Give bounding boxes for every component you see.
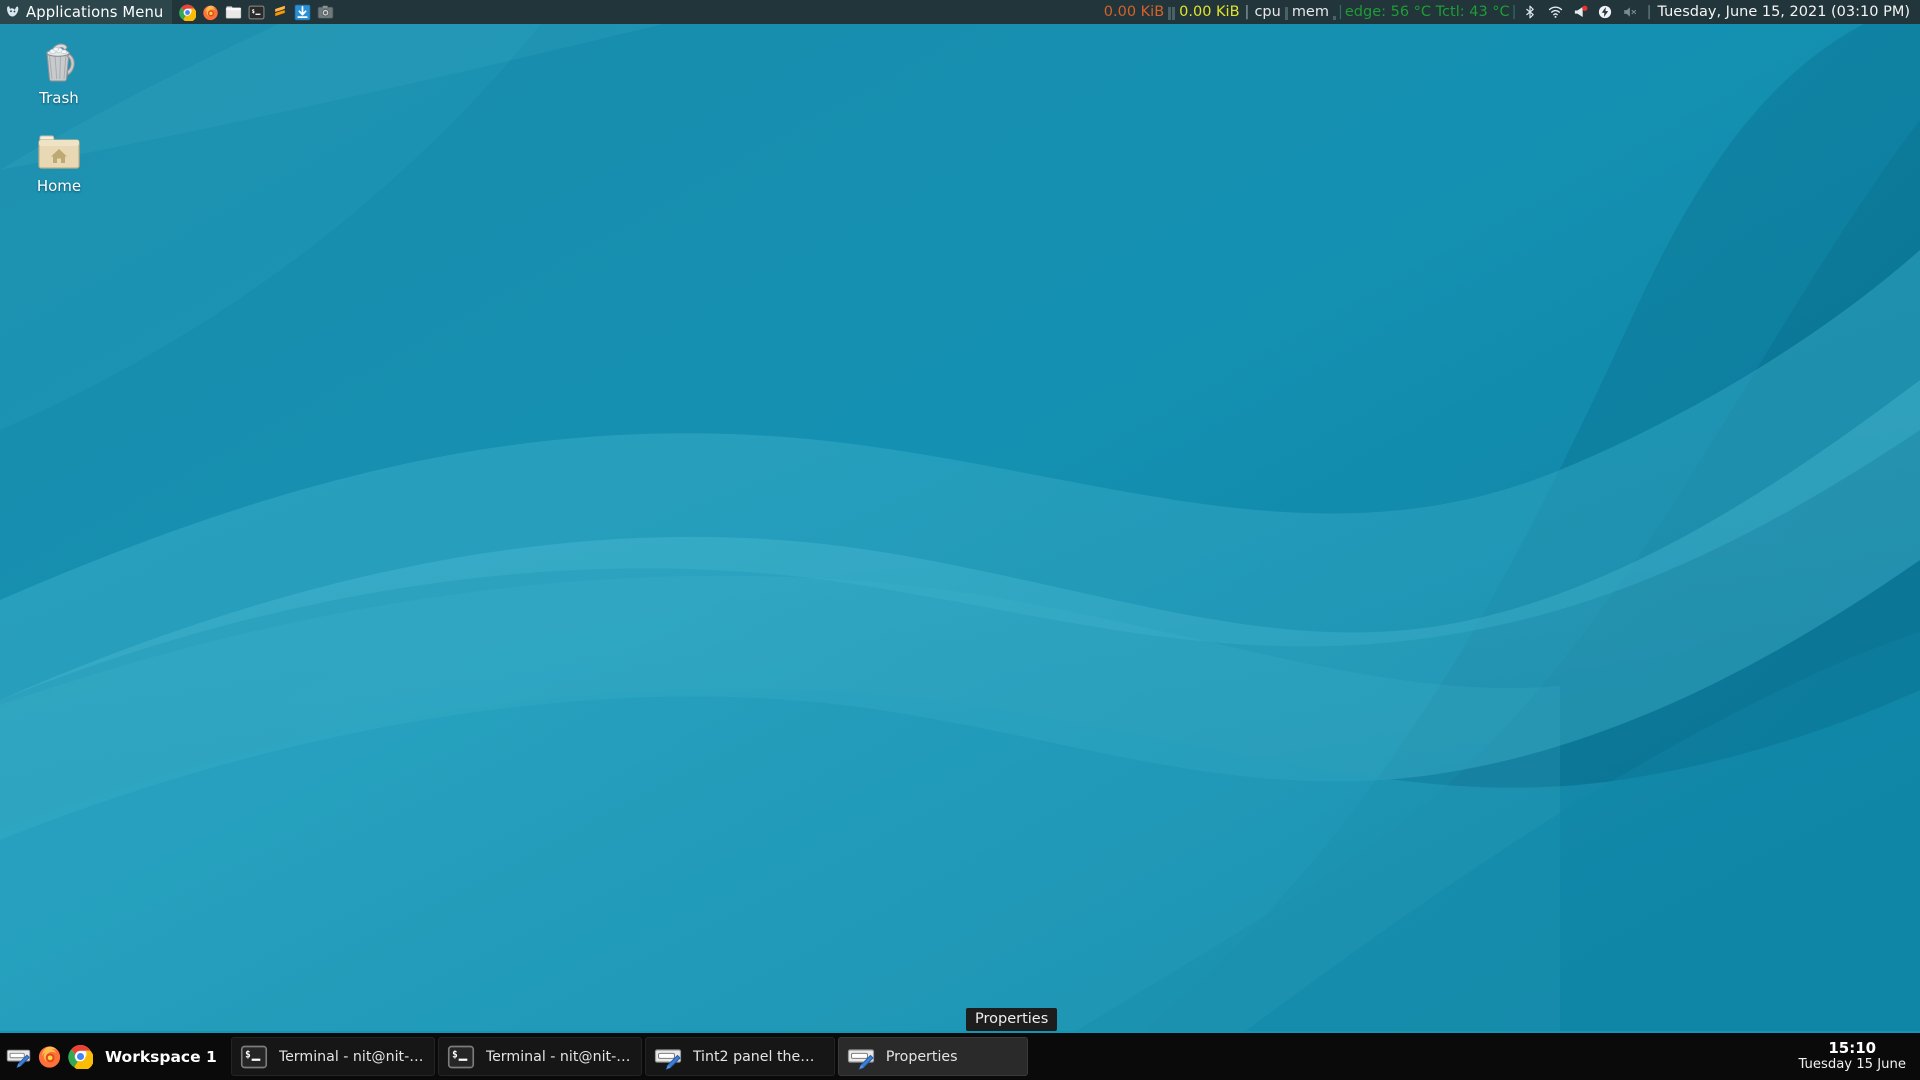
- top-panel-clock[interactable]: Tuesday, June 15, 2021 (03:10 PM): [1653, 4, 1920, 20]
- terminal-icon[interactable]: $: [248, 4, 265, 21]
- temperature-readings: edge: 56 °C Tctl: 43 °C: [1344, 4, 1510, 20]
- task-label: Tint2 panel themes: [692, 1048, 824, 1065]
- cpu-monitor-graph: [1284, 5, 1288, 20]
- task-button-terminal-1[interactable]: $ Terminal - nit@nit-MS-7B85: ~: [230, 1037, 435, 1076]
- bottom-panel: Workspace 1 $ Terminal - nit@nit-MS-7B85…: [0, 1031, 1920, 1080]
- file-manager-icon[interactable]: [225, 4, 242, 21]
- terminal-icon: $: [240, 1043, 268, 1071]
- tint2-icon: [847, 1043, 875, 1071]
- network-download-value: 0.00 KiB: [1179, 4, 1240, 20]
- svg-text:$: $: [452, 1049, 458, 1060]
- desktop-icon-label: Home: [36, 177, 82, 195]
- volume-muted-icon[interactable]: [1623, 5, 1637, 19]
- firefox-icon[interactable]: [202, 4, 219, 21]
- panel-launchers: $: [179, 4, 334, 22]
- desktop-icon-trash[interactable]: Trash: [13, 36, 105, 107]
- bottom-panel-launchers: [0, 1033, 101, 1080]
- applications-menu-label: Applications Menu: [26, 3, 164, 21]
- cpu-monitor-label: cpu: [1254, 4, 1281, 20]
- bluetooth-icon[interactable]: [1523, 5, 1537, 19]
- network-upload-graph: [1168, 5, 1176, 20]
- screenshot-icon[interactable]: [317, 4, 334, 21]
- trash-icon: [13, 36, 105, 84]
- desktop-icon-label: Trash: [39, 89, 79, 107]
- power-bolt-icon[interactable]: [1598, 5, 1612, 19]
- bottom-panel-clock[interactable]: 15:10 Tuesday 15 June: [1784, 1033, 1920, 1080]
- task-button-tint2-panel-themes[interactable]: Tint2 panel themes: [644, 1037, 835, 1076]
- monitor-separator: |: [1244, 4, 1250, 20]
- notification-bell-icon[interactable]: [1573, 5, 1588, 19]
- taskbar-tasks: $ Terminal - nit@nit-MS-7B85: ~ $ Termin…: [230, 1033, 1028, 1080]
- mem-monitor-graph: [1332, 5, 1336, 20]
- system-tray: [1517, 5, 1645, 19]
- task-label: Terminal - nit@nit-MS-7B85: ~: [485, 1048, 631, 1065]
- tint2-icon[interactable]: [6, 1044, 31, 1069]
- system-monitors: 0.00 KiB 0.00 KiB | cpu mem | edge: 56 °…: [1102, 4, 1517, 20]
- xfce-mouse-icon: [5, 5, 20, 20]
- task-button-properties[interactable]: Properties: [837, 1037, 1028, 1076]
- clock-time: 15:10: [1828, 1038, 1877, 1057]
- home-folder-icon: [13, 124, 105, 172]
- workspace-switcher[interactable]: Workspace 1: [101, 1033, 231, 1080]
- wifi-icon[interactable]: [1548, 5, 1562, 19]
- network-upload-value: 0.00 KiB: [1103, 4, 1165, 20]
- chrome-icon[interactable]: [179, 4, 197, 22]
- chrome-icon[interactable]: [68, 1044, 94, 1071]
- top-panel: Applications Menu $ 0.00 KiB 0.00 KiB | …: [0, 0, 1920, 24]
- svg-text:$: $: [252, 8, 256, 14]
- svg-text:$: $: [245, 1049, 251, 1060]
- terminal-icon: $: [447, 1043, 475, 1071]
- sublime-text-icon[interactable]: [271, 4, 288, 21]
- download-icon[interactable]: [294, 4, 311, 21]
- taskbar-tooltip: Properties: [966, 1008, 1058, 1031]
- mem-monitor-label: mem: [1291, 4, 1329, 20]
- task-label: Properties: [885, 1048, 958, 1065]
- applications-menu-button[interactable]: Applications Menu: [0, 0, 173, 24]
- task-label: Terminal - nit@nit-MS-7B85: ~: [278, 1048, 424, 1065]
- clock-separator: |: [1646, 4, 1652, 20]
- bottom-panel-spacer: [1028, 1033, 1785, 1080]
- clock-date: Tuesday 15 June: [1798, 1056, 1906, 1072]
- firefox-icon[interactable]: [37, 1044, 62, 1069]
- desktop-wallpaper: [0, 0, 1920, 1080]
- task-button-terminal-2[interactable]: $ Terminal - nit@nit-MS-7B85: ~: [437, 1037, 642, 1076]
- tint2-icon: [654, 1043, 682, 1071]
- desktop-icon-home[interactable]: Home: [13, 124, 105, 195]
